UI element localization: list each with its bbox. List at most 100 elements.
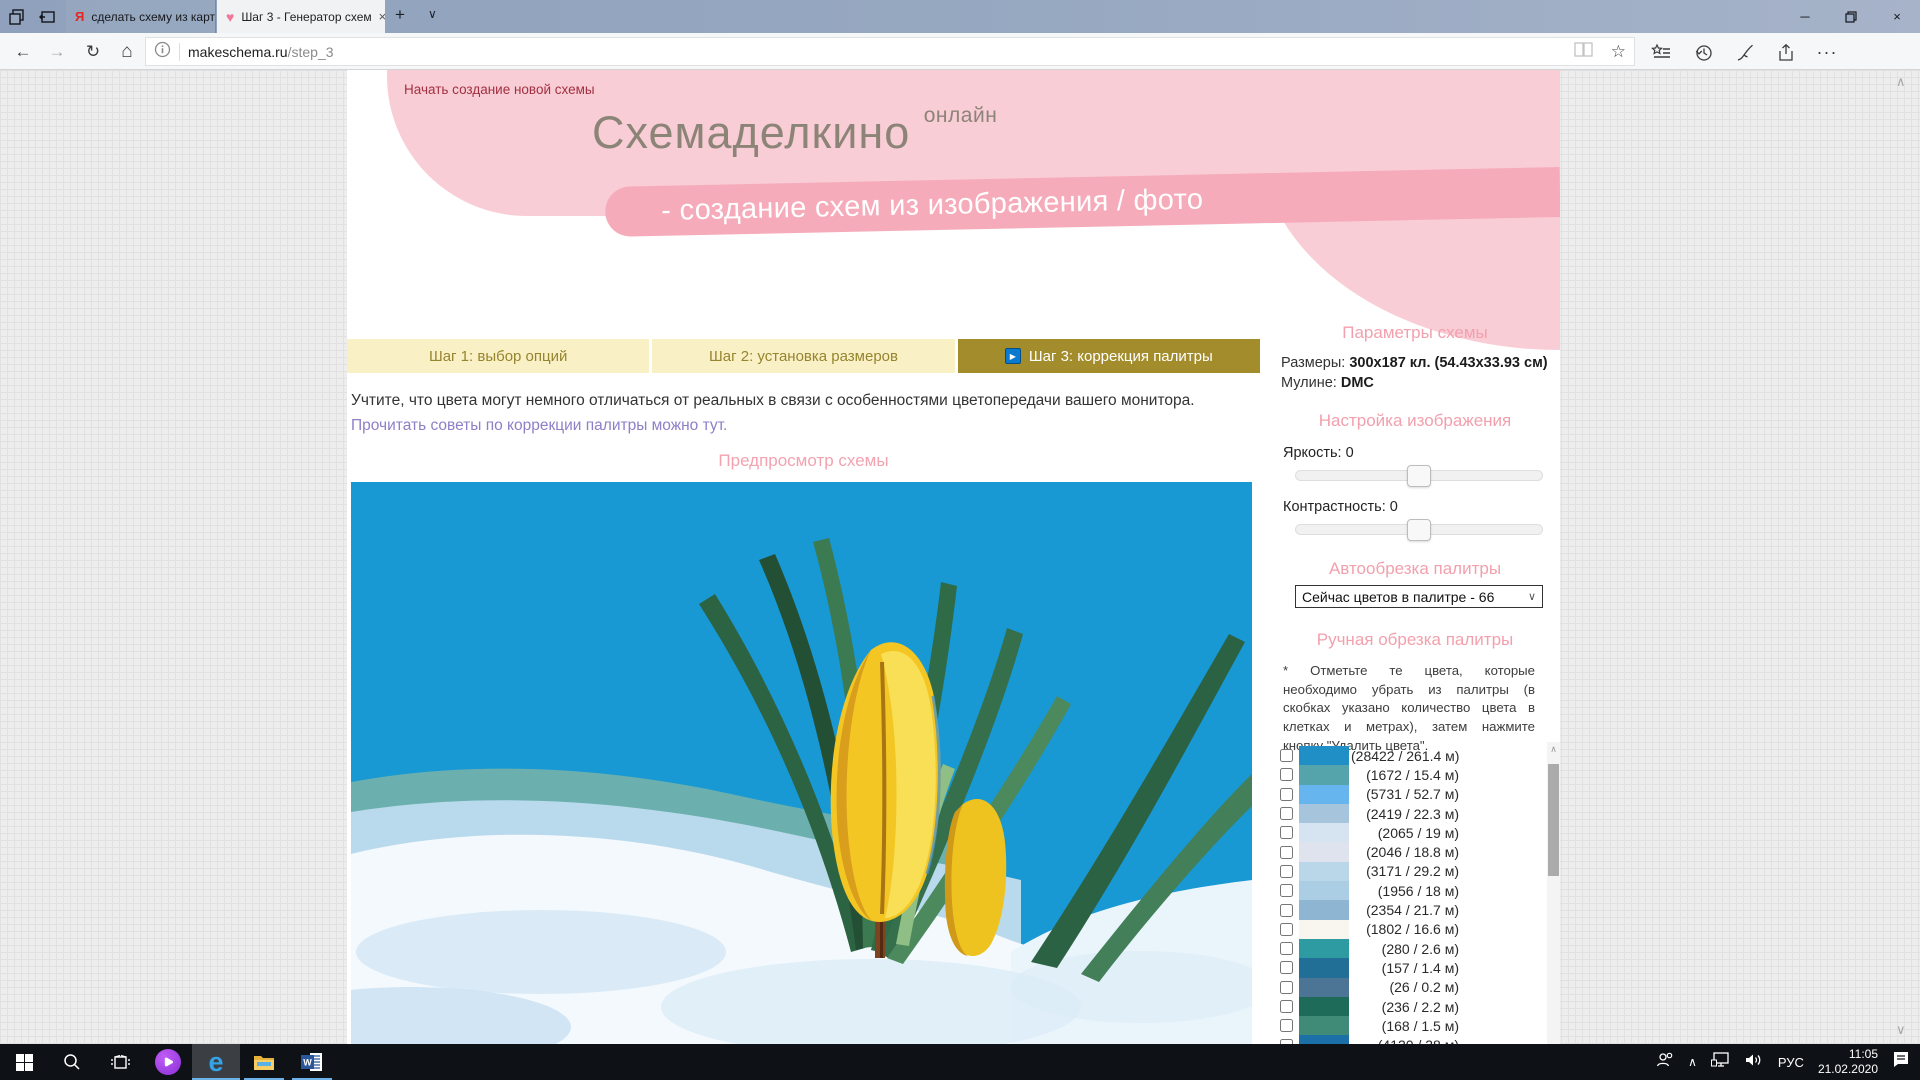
floss-line: Мулине: DMC (1281, 375, 1374, 391)
color-count-label: (2046 / 18.8 м) (1351, 844, 1459, 860)
palette-color-row: (1672 / 15.4 м) (1277, 765, 1553, 784)
add-favorite-star-icon[interactable]: ☆ (1611, 42, 1626, 62)
hidden-icons-chevron[interactable]: ∧ (1688, 1055, 1697, 1069)
tabs-set-aside-icon[interactable] (36, 6, 58, 28)
color-count-label: (5731 / 52.7 м) (1351, 786, 1459, 802)
color-remove-checkbox[interactable] (1280, 807, 1293, 820)
color-remove-checkbox[interactable] (1280, 923, 1293, 936)
set-tabs-aside-icon[interactable] (6, 6, 28, 28)
image-settings-heading: Настройка изображения (1277, 411, 1553, 431)
language-indicator[interactable]: РУС (1778, 1055, 1804, 1070)
color-remove-checkbox[interactable] (1280, 961, 1293, 974)
color-count-label: (1956 / 18 м) (1351, 883, 1459, 899)
file-explorer-icon[interactable] (240, 1044, 288, 1080)
reading-view-icon[interactable] (1574, 42, 1593, 62)
color-remove-checkbox[interactable] (1280, 865, 1293, 878)
settings-more-icon[interactable]: ··· (1814, 40, 1840, 64)
taskbar-search-icon[interactable] (48, 1044, 96, 1080)
color-remove-checkbox[interactable] (1280, 1019, 1293, 1032)
color-remove-checkbox[interactable] (1280, 1000, 1293, 1013)
palette-color-row: (28422 / 261.4 м) (1277, 746, 1553, 765)
color-count-label: (26 / 0.2 м) (1351, 979, 1459, 995)
brightness-slider-thumb[interactable] (1407, 465, 1431, 487)
page-background: ∧ ∨ - создание схем из изображения / фот… (0, 70, 1920, 1044)
word-taskbar-icon[interactable]: W (288, 1044, 336, 1080)
color-remove-checkbox[interactable] (1280, 749, 1293, 762)
window-close-button[interactable]: × (1874, 0, 1920, 33)
color-list: (28422 / 261.4 м) (1672 / 15.4 м) (5731 / … (1277, 746, 1553, 1044)
site-info-icon[interactable] (154, 41, 171, 63)
network-icon[interactable] (1711, 1052, 1731, 1073)
history-icon[interactable] (1690, 40, 1716, 64)
preview-image (351, 482, 1252, 1044)
tab-step-1[interactable]: Шаг 1: выбор опций (347, 339, 649, 373)
url-text[interactable]: makeschema.ru/step_3 (188, 44, 334, 60)
chevron-down-icon: ∨ (1528, 590, 1536, 603)
start-button[interactable] (0, 1044, 48, 1080)
color-count-label: (1672 / 15.4 м) (1351, 767, 1459, 783)
color-remove-checkbox[interactable] (1280, 768, 1293, 781)
share-icon[interactable] (1772, 40, 1798, 64)
contrast-label: Контрастность: 0 (1283, 499, 1398, 515)
tab-title: Шаг 3 - Генератор схем (241, 10, 371, 24)
color-swatch (1299, 1035, 1349, 1044)
hub-favorites-icon[interactable] (1648, 40, 1674, 64)
color-remove-checkbox[interactable] (1280, 884, 1293, 897)
palette-color-row: (26 / 0.2 м) (1277, 978, 1553, 997)
color-notice-text: Учтите, что цвета могут немного отличать… (351, 392, 1256, 410)
color-remove-checkbox[interactable] (1280, 904, 1293, 917)
brightness-slider[interactable] (1295, 470, 1543, 481)
scrollbar-thumb[interactable] (1548, 764, 1559, 876)
page-scroll-down-icon[interactable]: ∨ (1896, 1022, 1906, 1038)
browser-tab-active[interactable]: ♥ Шаг 3 - Генератор схем × (217, 0, 385, 33)
tab-step-2[interactable]: Шаг 2: установка размеров (652, 339, 954, 373)
address-bar[interactable]: makeschema.ru/step_3 ☆ (145, 37, 1635, 66)
browser-tab-yandex[interactable]: Я сделать схему из картинки (66, 0, 216, 33)
window-minimize-button[interactable]: ─ (1782, 0, 1828, 33)
floss-value: DMC (1341, 375, 1374, 391)
color-remove-checkbox[interactable] (1280, 846, 1293, 859)
tab-step-3[interactable]: ▶Шаг 3: коррекция палитры (958, 339, 1260, 373)
home-icon[interactable]: ⌂ (114, 39, 140, 65)
yandex-favicon: Я (75, 9, 84, 24)
play-icon: ▶ (1005, 348, 1021, 364)
color-swatch (1299, 823, 1349, 842)
color-swatch (1299, 1016, 1349, 1035)
task-view-icon[interactable] (96, 1044, 144, 1080)
palette-count-select[interactable]: Сейчас цветов в палитре - 66 ∨ (1295, 585, 1543, 608)
web-note-pen-icon[interactable] (1732, 40, 1758, 64)
start-new-schema-link[interactable]: Начать создание новой схемы (404, 82, 595, 97)
clock[interactable]: 11:05 21.02.2020 (1818, 1047, 1878, 1077)
alice-assistant-icon[interactable] (144, 1044, 192, 1080)
palette-color-row: (3171 / 29.2 м) (1277, 862, 1553, 881)
schema-size-line: Размеры: 300x187 кл. (54.43x33.93 см) (1281, 355, 1548, 371)
action-center-icon[interactable] (1892, 1051, 1910, 1073)
palette-advice-link[interactable]: Прочитать советы по коррекции палитры мо… (351, 417, 727, 435)
tab-preview-chevron-icon[interactable]: ∨ (428, 7, 437, 21)
contrast-slider[interactable] (1295, 524, 1543, 535)
color-remove-checkbox[interactable] (1280, 788, 1293, 801)
volume-icon[interactable] (1745, 1052, 1764, 1073)
refresh-icon[interactable]: ↻ (80, 39, 106, 65)
window-restore-button[interactable] (1828, 0, 1874, 33)
manual-trim-note: * Отметьте те цвета, которые необходимо … (1283, 662, 1535, 756)
scrollbar-up-icon[interactable]: ∧ (1547, 744, 1560, 755)
tab-close-icon[interactable]: × (379, 9, 385, 24)
palette-color-row: (4120 / 38 м) (1277, 1035, 1553, 1044)
forward-icon[interactable]: → (44, 39, 70, 65)
people-icon[interactable] (1656, 1052, 1674, 1073)
contrast-slider-thumb[interactable] (1407, 519, 1431, 541)
palette-color-row: (2046 / 18.8 м) (1277, 842, 1553, 861)
color-count-label: (2354 / 21.7 м) (1351, 902, 1459, 918)
color-list-scrollbar[interactable]: ∧ (1547, 742, 1560, 1044)
color-count-label: (28422 / 261.4 м) (1351, 748, 1459, 764)
color-remove-checkbox[interactable] (1280, 942, 1293, 955)
site-tagline: - создание схем из изображения / фото (605, 183, 1204, 229)
color-remove-checkbox[interactable] (1280, 826, 1293, 839)
page-scroll-up-icon[interactable]: ∧ (1896, 74, 1906, 90)
palette-color-row: (2419 / 22.3 м) (1277, 804, 1553, 823)
back-icon[interactable]: ← (10, 39, 36, 65)
edge-taskbar-icon[interactable]: e (192, 1044, 240, 1080)
new-tab-button[interactable]: + (395, 5, 405, 25)
color-remove-checkbox[interactable] (1280, 981, 1293, 994)
